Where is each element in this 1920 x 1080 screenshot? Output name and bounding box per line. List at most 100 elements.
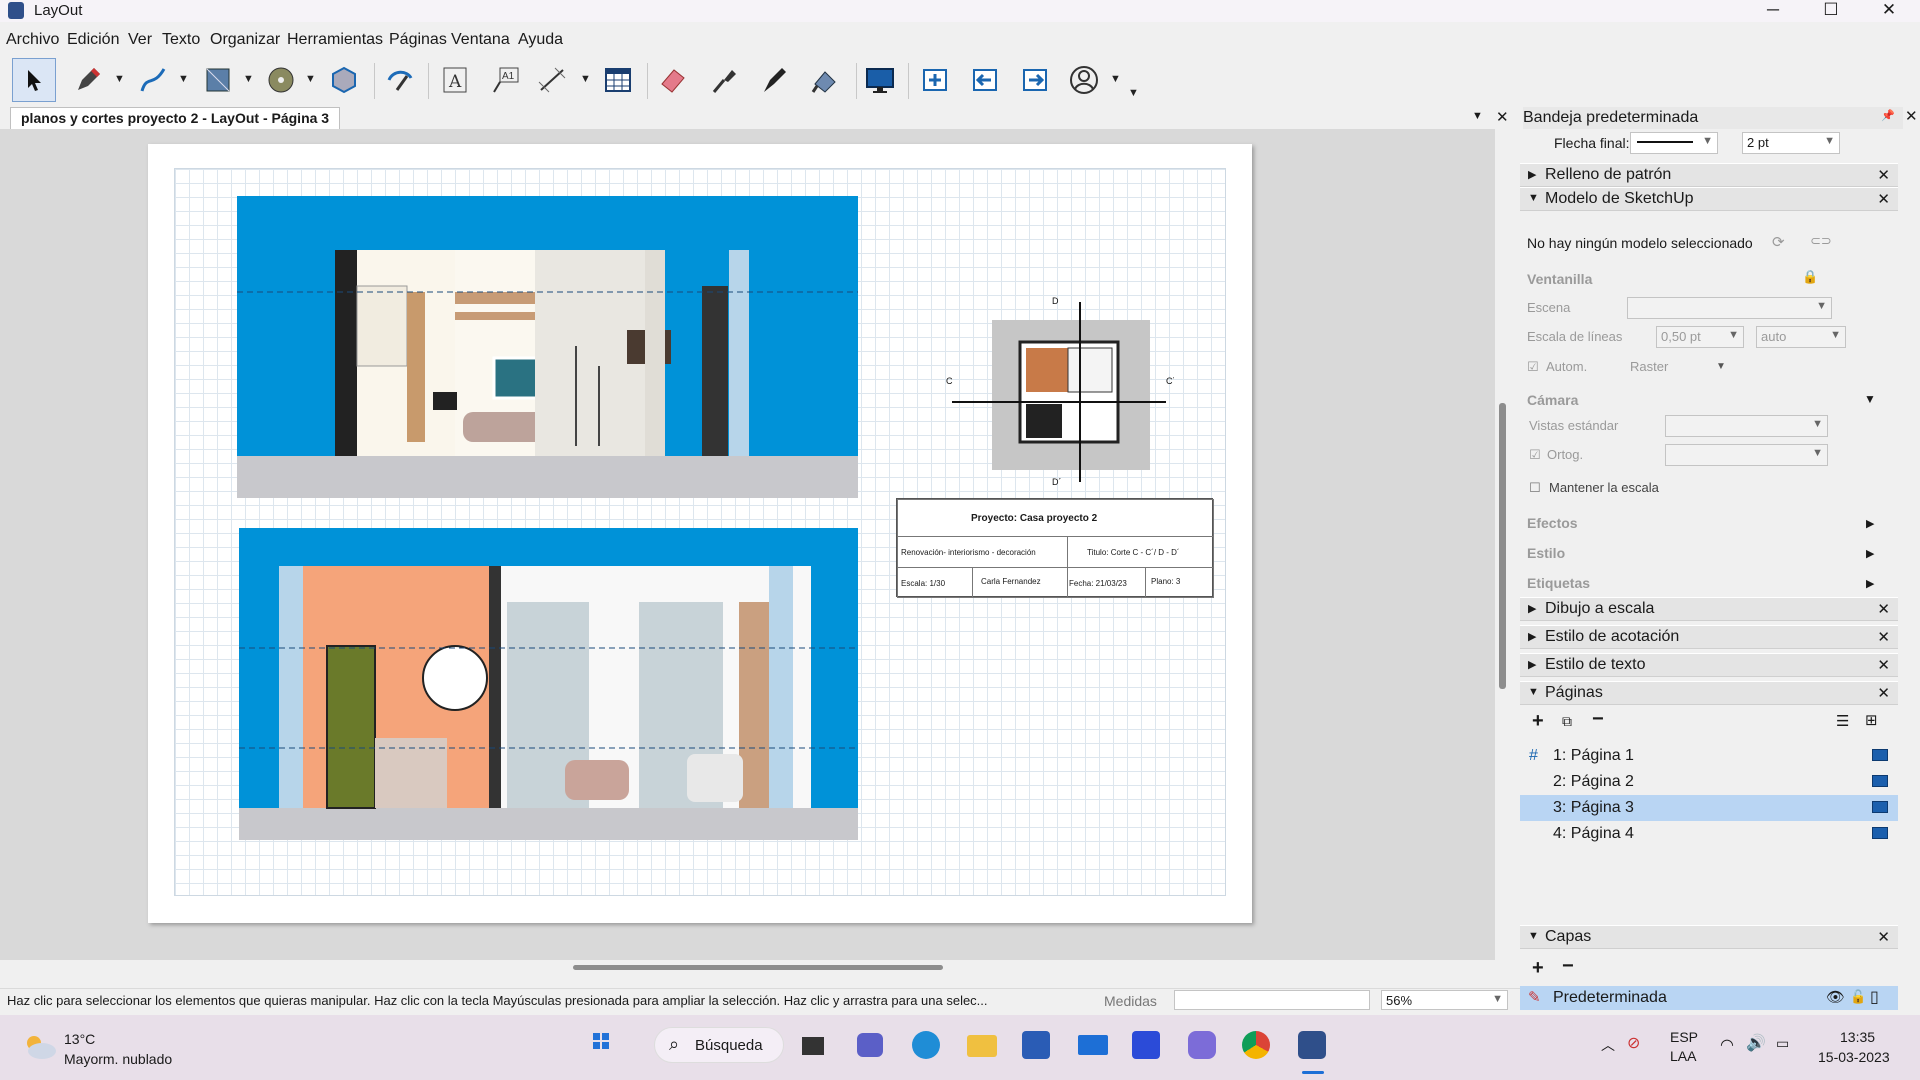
monitor-icon[interactable] [1872, 775, 1888, 787]
wifi-icon[interactable]: ◠ [1720, 1035, 1734, 1055]
close-tray-button[interactable]: ✕ [1905, 107, 1918, 125]
label-tool-button[interactable]: A1 [483, 58, 527, 102]
layer-row[interactable]: ✎ Predeterminada 👁 🔓 ▯ [1520, 986, 1898, 1010]
section-view-dd[interactable] [239, 528, 858, 840]
arrow-style-select[interactable]: ▼ [1630, 132, 1718, 154]
section-scaled-drawing[interactable]: ▶ Dibujo a escala ✕ [1520, 597, 1898, 621]
maximize-button[interactable]: ☐ [1803, 0, 1859, 22]
menu-archivo[interactable]: Archivo [6, 31, 59, 49]
ortho-select[interactable]: ▼ [1665, 444, 1828, 466]
chevron-up-icon[interactable]: ︿ [1601, 1035, 1615, 1055]
add-page-button[interactable] [913, 58, 957, 102]
close-section-icon[interactable]: ✕ [1877, 656, 1890, 674]
volume-icon[interactable]: 🔊 [1746, 1033, 1766, 1053]
store-icon[interactable] [1022, 1031, 1050, 1059]
section-sketchup-model[interactable]: ▼ Modelo de SketchUp ✕ [1520, 187, 1898, 211]
ortho-checkbox[interactable]: ☑ [1529, 447, 1541, 463]
menu-ayuda[interactable]: Ayuda [518, 31, 563, 49]
taskbar-search[interactable]: ⌕ Búsqueda [654, 1027, 784, 1063]
menu-ventana[interactable]: Ventana [451, 31, 510, 49]
edge-icon[interactable] [912, 1031, 940, 1059]
expand-arrow-icon[interactable]: ▶ [1866, 577, 1874, 590]
std-views-select[interactable]: ▼ [1665, 415, 1828, 437]
menu-paginas[interactable]: Páginas [389, 31, 447, 49]
page-row-selected[interactable]: 3: Página 3 [1520, 795, 1898, 821]
chrome-icon[interactable] [1242, 1031, 1270, 1059]
monitor-icon[interactable] [1872, 801, 1888, 813]
pencil-dropdown-icon[interactable]: ▼ [114, 73, 125, 85]
rectangle-dropdown-icon[interactable]: ▼ [243, 73, 254, 85]
tags-label[interactable]: Etiquetas [1527, 575, 1590, 591]
windows-start-icon[interactable] [593, 1033, 609, 1049]
horizontal-scroll-thumb[interactable] [573, 965, 943, 970]
section-pages[interactable]: ▼ Páginas ✕ [1520, 681, 1898, 705]
menu-ver[interactable]: Ver [128, 31, 152, 49]
circle-dropdown-icon[interactable]: ▼ [305, 73, 316, 85]
page-row[interactable]: 4: Página 4 [1520, 821, 1898, 847]
vertical-scroll-thumb[interactable] [1499, 403, 1506, 689]
link-icon[interactable]: ⊂⊃ [1810, 233, 1832, 249]
weather-temp[interactable]: 13°C [64, 1031, 95, 1047]
table-tool-button[interactable] [596, 58, 640, 102]
add-layer-icon[interactable]: + [1532, 957, 1544, 980]
clock-date[interactable]: 15-03-2023 [1818, 1049, 1890, 1065]
arrow-size-select[interactable]: 2 pt ▼ [1742, 132, 1840, 154]
document-tab[interactable]: planos y cortes proyecto 2 - LayOut - Pá… [10, 107, 341, 129]
close-section-icon[interactable]: ✕ [1877, 600, 1890, 618]
toolbar-overflow-icon[interactable]: ▼ [1128, 87, 1139, 99]
previous-page-button[interactable] [963, 58, 1007, 102]
dimension-tool-button[interactable] [530, 58, 574, 102]
text-tool-button[interactable]: A [433, 58, 477, 102]
security-icon[interactable]: ⊘ [1627, 1033, 1640, 1053]
mail-icon[interactable] [1078, 1035, 1108, 1055]
section-layers[interactable]: ▼ Capas ✕ [1520, 925, 1898, 949]
task-view-icon[interactable] [802, 1037, 824, 1055]
monitor-icon[interactable] [1872, 749, 1888, 761]
grid-view-icon[interactable]: ⊞ [1865, 711, 1878, 729]
title-block[interactable]: Proyecto: Casa proyecto 2 Renovación- in… [896, 498, 1214, 598]
tabs-dropdown-icon[interactable]: ▼ [1472, 110, 1483, 122]
polygon-tool-button[interactable] [322, 58, 366, 102]
add-page-icon[interactable]: + [1532, 710, 1544, 733]
copilot-icon[interactable] [1188, 1031, 1216, 1059]
remove-page-icon[interactable]: − [1592, 708, 1604, 731]
menu-edicion[interactable]: Edición [67, 31, 119, 49]
autom-checkbox[interactable]: ☑ [1527, 359, 1539, 375]
effects-label[interactable]: Efectos [1527, 515, 1578, 531]
render-mode-dropdown-icon[interactable]: ▼ [1716, 361, 1726, 372]
layout-app-icon[interactable] [1298, 1031, 1326, 1059]
select-tool-button[interactable] [12, 58, 56, 102]
rectangle-tool-button[interactable] [196, 58, 240, 102]
render-mode-value[interactable]: Raster [1630, 359, 1668, 374]
close-window-button[interactable]: ✕ [1861, 0, 1917, 22]
monitor-icon[interactable] [1872, 827, 1888, 839]
close-section-icon[interactable]: ✕ [1877, 190, 1890, 208]
style-tool-button[interactable] [378, 58, 422, 102]
language-code[interactable]: ESP [1670, 1029, 1698, 1045]
account-dropdown-icon[interactable]: ▼ [1110, 73, 1121, 85]
floor-plan-view[interactable]: D D´ C C´ [944, 296, 1174, 488]
section-dimension-style[interactable]: ▶ Estilo de acotación ✕ [1520, 625, 1898, 649]
teams-icon[interactable] [857, 1033, 883, 1057]
sample-tool-button[interactable] [702, 58, 746, 102]
next-page-button[interactable] [1013, 58, 1057, 102]
line-scale-select[interactable]: 0,50 pt ▼ [1656, 326, 1744, 348]
close-section-icon[interactable]: ✕ [1877, 166, 1890, 184]
pencil-tool-button[interactable] [66, 58, 110, 102]
account-button[interactable] [1062, 58, 1106, 102]
vertical-scrollbar[interactable] [1495, 129, 1512, 960]
measures-input[interactable] [1174, 990, 1370, 1010]
arc-tool-button[interactable] [131, 58, 175, 102]
keep-scale-checkbox[interactable]: ☐ [1529, 480, 1541, 496]
page-icon[interactable]: ▯ [1870, 987, 1879, 1007]
expand-arrow-icon[interactable]: ▶ [1866, 547, 1874, 560]
section-view-cc[interactable] [237, 196, 858, 498]
lock-icon[interactable]: 🔒 [1802, 269, 1818, 285]
keyboard-layout[interactable]: LAA [1670, 1048, 1696, 1064]
presentation-button[interactable] [858, 58, 902, 102]
autodesk-icon[interactable] [1132, 1031, 1160, 1059]
eraser-tool-button[interactable] [651, 58, 695, 102]
pin-icon[interactable]: 📌 [1881, 109, 1895, 122]
circle-tool-button[interactable] [259, 58, 303, 102]
clock-time[interactable]: 13:35 [1840, 1029, 1875, 1045]
